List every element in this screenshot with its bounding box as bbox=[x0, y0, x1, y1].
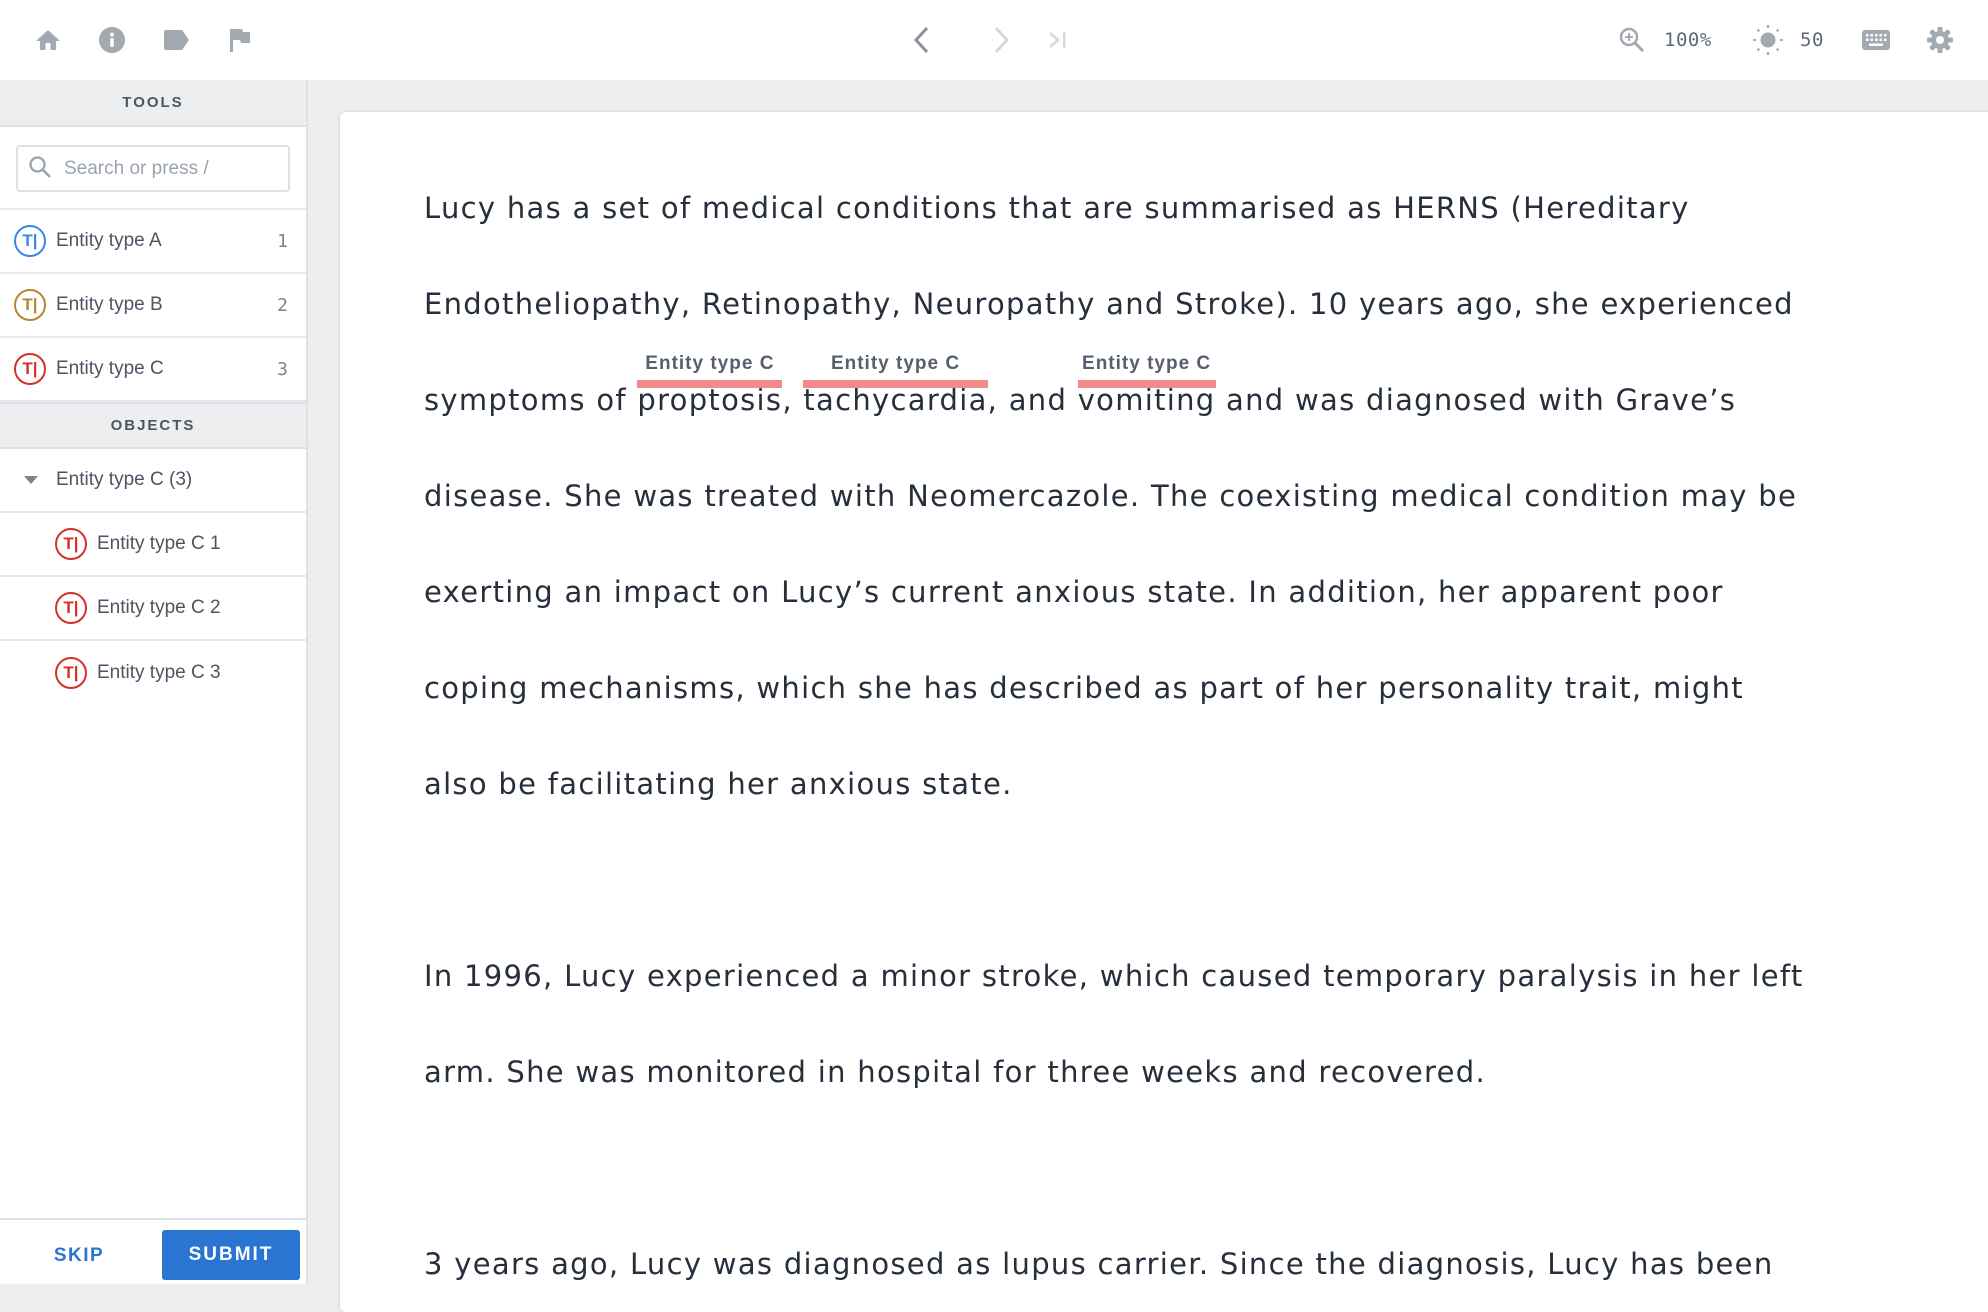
text-line: Endotheliopathy, Retinopathy, Neuropathy… bbox=[424, 287, 1794, 321]
text-line: also be facilitating her anxious state. bbox=[424, 767, 1013, 801]
text-line: Lucy has a set of medical conditions tha… bbox=[424, 191, 1690, 225]
annotation-label: Entity type C bbox=[1082, 353, 1212, 374]
text-tool-icon: T| bbox=[55, 592, 87, 624]
search-input[interactable] bbox=[64, 157, 264, 180]
brightness-icon[interactable] bbox=[1752, 24, 1784, 56]
tool-label: Entity type C bbox=[56, 358, 164, 379]
next-icon[interactable] bbox=[991, 25, 1011, 55]
annotation-span[interactable]: Entity type C tachycardia bbox=[803, 352, 988, 448]
text-tool-icon: T| bbox=[14, 225, 46, 257]
tool-label: Entity type B bbox=[56, 294, 163, 315]
text-line: In 1996, Lucy experienced a minor stroke… bbox=[424, 959, 1804, 993]
tool-hotkey: 3 bbox=[277, 358, 288, 380]
tool-entity-type-c[interactable]: T| Entity type C 3 bbox=[0, 338, 306, 402]
previous-icon[interactable] bbox=[912, 25, 932, 55]
text-span: symptoms of bbox=[424, 383, 638, 417]
search-icon bbox=[28, 155, 52, 183]
object-group-entity-type-c[interactable]: Entity type C (3) bbox=[0, 449, 306, 513]
text-tool-icon: T| bbox=[14, 289, 46, 321]
flag-icon[interactable] bbox=[228, 27, 252, 53]
annotated-text: tachycardia bbox=[803, 383, 988, 417]
tool-entity-type-b[interactable]: T| Entity type B 2 bbox=[0, 274, 306, 338]
text-tool-icon: T| bbox=[14, 353, 46, 385]
objects-header: OBJECTS bbox=[0, 402, 306, 449]
tools-header: TOOLS bbox=[0, 80, 306, 127]
text-tool-icon: T| bbox=[55, 657, 87, 689]
text-line: coping mechanisms, which she has describ… bbox=[424, 671, 1744, 705]
text-line: exerting an impact on Lucy’s current anx… bbox=[424, 575, 1724, 609]
annotation-highlight[interactable] bbox=[1077, 380, 1216, 388]
tool-hotkey: 2 bbox=[277, 294, 288, 316]
object-label: Entity type C 3 bbox=[97, 662, 221, 683]
annotation-highlight[interactable] bbox=[637, 380, 783, 388]
object-item[interactable]: T| Entity type C 1 bbox=[0, 513, 306, 577]
label-icon[interactable] bbox=[162, 29, 190, 51]
object-item[interactable]: T| Entity type C 2 bbox=[0, 577, 306, 641]
tool-entity-type-a[interactable]: T| Entity type A 1 bbox=[0, 210, 306, 274]
last-icon[interactable] bbox=[1047, 30, 1069, 50]
home-icon[interactable] bbox=[35, 28, 61, 52]
annotated-text: vomiting bbox=[1077, 383, 1216, 417]
text-line: arm. She was monitored in hospital for t… bbox=[424, 1055, 1487, 1089]
text-span: , and bbox=[987, 383, 1078, 417]
submit-button[interactable]: SUBMIT bbox=[162, 1230, 300, 1280]
document-card: Lucy has a set of medical conditions tha… bbox=[340, 112, 1988, 1312]
annotation-label: Entity type C bbox=[645, 353, 775, 374]
zoom-level: 100% bbox=[1664, 29, 1712, 51]
zoom-in-icon[interactable] bbox=[1619, 27, 1645, 53]
brightness-level: 50 bbox=[1800, 29, 1824, 51]
sidebar-footer: SKIP SUBMIT bbox=[0, 1218, 306, 1284]
skip-button[interactable]: SKIP bbox=[48, 1232, 110, 1280]
keyboard-icon[interactable] bbox=[1862, 30, 1890, 50]
text-line: disease. She was treated with Neomercazo… bbox=[424, 479, 1798, 513]
document-text[interactable]: Lucy has a set of medical conditions tha… bbox=[424, 160, 1864, 1312]
text-span: and was diagnosed with Grave’s bbox=[1215, 383, 1737, 417]
search-area bbox=[0, 127, 306, 210]
text-line: symptoms of Entity type C proptosis, Enti… bbox=[424, 352, 1864, 448]
top-toolbar: 100% 50 bbox=[0, 0, 1988, 80]
annotation-highlight[interactable] bbox=[803, 380, 988, 388]
text-span: , bbox=[782, 383, 804, 417]
annotated-text: proptosis bbox=[637, 383, 783, 417]
settings-icon[interactable] bbox=[1926, 26, 1954, 54]
caret-down-icon[interactable] bbox=[24, 476, 38, 484]
tool-label: Entity type A bbox=[56, 230, 162, 251]
object-group-label: Entity type C (3) bbox=[56, 469, 193, 490]
object-item[interactable]: T| Entity type C 3 bbox=[0, 641, 306, 705]
object-label: Entity type C 2 bbox=[97, 597, 221, 618]
annotation-span[interactable]: Entity type C vomiting bbox=[1077, 352, 1216, 448]
info-icon[interactable] bbox=[98, 26, 126, 54]
annotation-label: Entity type C bbox=[830, 353, 961, 374]
tool-hotkey: 1 bbox=[277, 230, 288, 252]
text-line: 3 years ago, Lucy was diagnosed as lupus… bbox=[424, 1247, 1774, 1281]
annotation-span[interactable]: Entity type C proptosis bbox=[637, 352, 783, 448]
sidebar: TOOLS T| Entity type A 1 T| Entity type … bbox=[0, 80, 308, 1284]
text-tool-icon: T| bbox=[55, 528, 87, 560]
search-box[interactable] bbox=[16, 145, 290, 192]
object-label: Entity type C 1 bbox=[97, 533, 221, 554]
